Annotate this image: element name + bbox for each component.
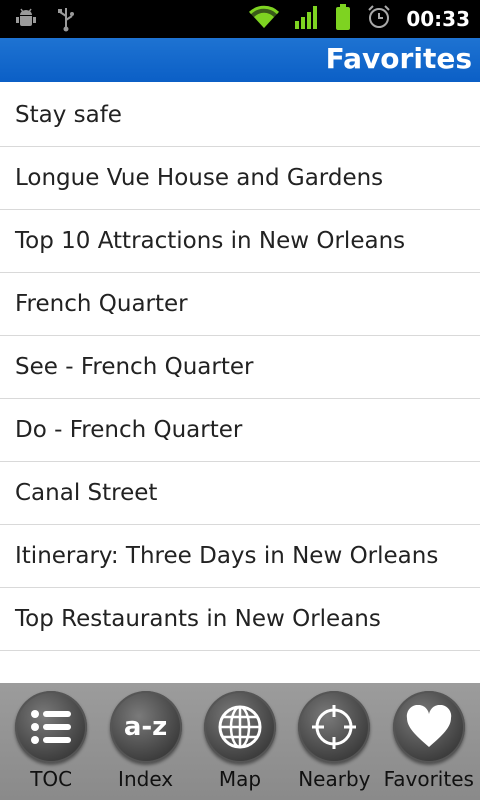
map-label: Map bbox=[218, 767, 262, 791]
signal-icon bbox=[294, 4, 320, 34]
status-clock: 00:33 bbox=[406, 7, 470, 31]
map-button[interactable]: Map bbox=[196, 683, 284, 800]
page-title: Favorites bbox=[325, 42, 472, 75]
android-debug-icon bbox=[14, 7, 38, 35]
list-item-label: Canal Street bbox=[15, 480, 158, 506]
alarm-icon bbox=[366, 4, 392, 34]
list-item[interactable]: Do - French Quarter bbox=[0, 399, 480, 462]
favorites-list: Stay safe Longue Vue House and Gardens T… bbox=[0, 83, 480, 651]
list-item[interactable]: Canal Street bbox=[0, 462, 480, 525]
title-bar: Favorites bbox=[0, 38, 480, 82]
list-item-label: Itinerary: Three Days in New Orleans bbox=[15, 543, 439, 569]
list-item-label: Top 10 Attractions in New Orleans bbox=[15, 228, 406, 254]
list-item-label: Longue Vue House and Gardens bbox=[15, 165, 384, 191]
favorites-button[interactable]: Favorites bbox=[383, 683, 474, 800]
nearby-label: Nearby bbox=[298, 767, 371, 791]
toc-button[interactable]: TOC bbox=[7, 683, 95, 800]
list-item-label: Stay safe bbox=[15, 101, 122, 128]
bottom-toolbar: TOC a-z Index Map Nearby Favorites bbox=[0, 683, 480, 800]
list-item[interactable]: Top 10 Attractions in New Orleans bbox=[0, 210, 480, 273]
battery-icon bbox=[334, 3, 352, 35]
list-item[interactable]: Longue Vue House and Gardens bbox=[0, 147, 480, 210]
list-item[interactable]: French Quarter bbox=[0, 273, 480, 336]
wifi-icon bbox=[248, 4, 280, 34]
crosshair-icon bbox=[298, 691, 371, 763]
status-bar: 00:33 bbox=[0, 0, 480, 38]
list-icon bbox=[15, 691, 88, 763]
list-item[interactable]: See - French Quarter bbox=[0, 336, 480, 399]
index-button[interactable]: a-z Index bbox=[102, 683, 190, 800]
az-glyph: a-z bbox=[123, 712, 168, 742]
heart-icon bbox=[392, 691, 465, 763]
list-item-label: See - French Quarter bbox=[15, 354, 254, 380]
nearby-button[interactable]: Nearby bbox=[290, 683, 378, 800]
az-icon: a-z bbox=[109, 691, 182, 763]
list-item-label: Top Restaurants in New Orleans bbox=[15, 606, 381, 632]
globe-icon bbox=[203, 691, 276, 763]
index-label: Index bbox=[118, 767, 174, 791]
list-item-label: Do - French Quarter bbox=[15, 417, 243, 443]
usb-icon bbox=[56, 6, 76, 36]
list-item-label: French Quarter bbox=[15, 291, 188, 317]
favorites-label: Favorites bbox=[383, 767, 474, 791]
list-item[interactable]: Top Restaurants in New Orleans bbox=[0, 588, 480, 651]
list-item[interactable]: Stay safe bbox=[0, 83, 480, 147]
list-item[interactable]: Itinerary: Three Days in New Orleans bbox=[0, 525, 480, 588]
toc-label: TOC bbox=[30, 767, 73, 791]
